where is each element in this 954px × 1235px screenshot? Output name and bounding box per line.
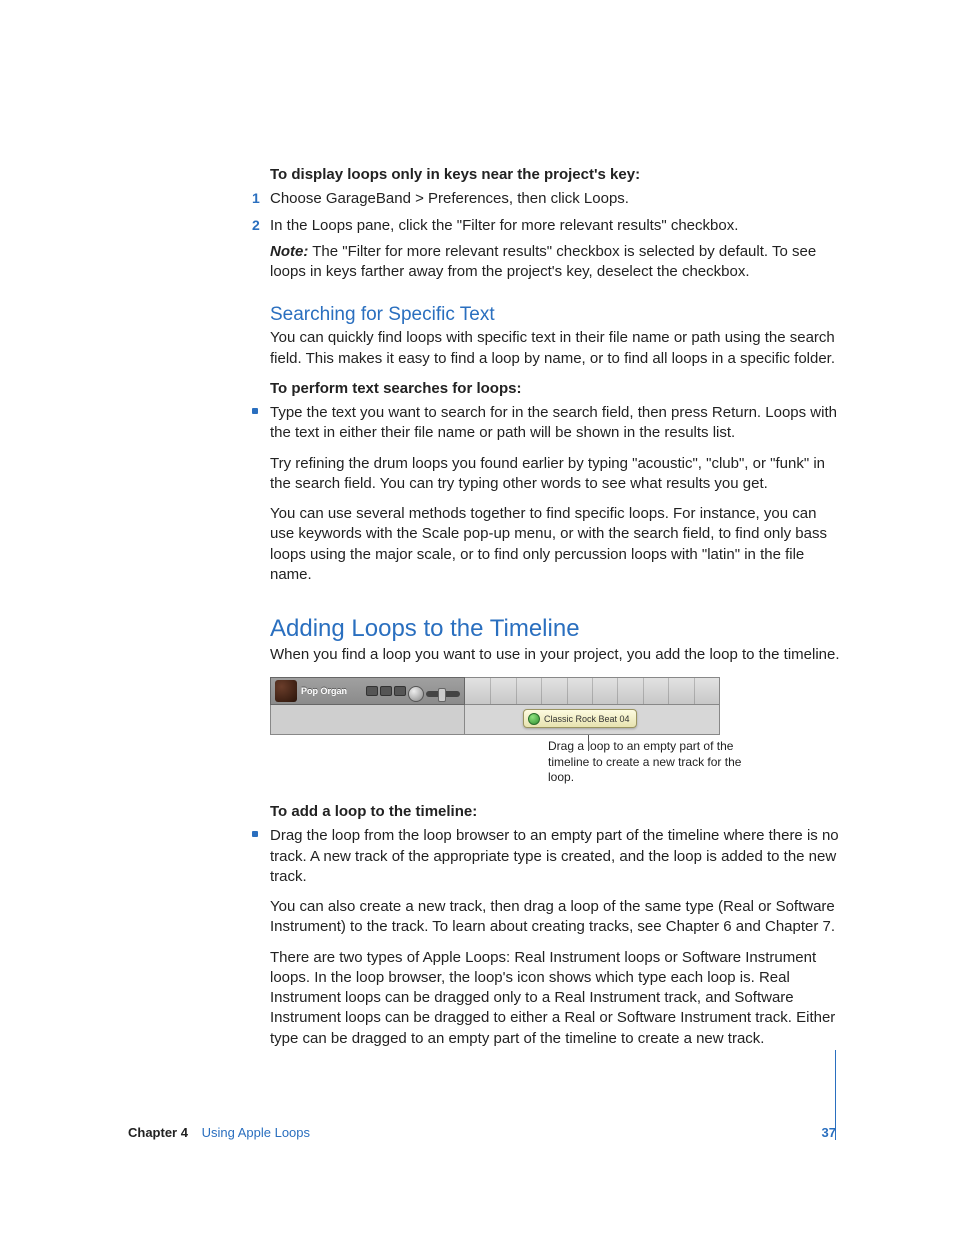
track-controls (366, 686, 460, 702)
adding-intro: When you find a loop you want to use in … (270, 645, 840, 665)
footer-left: Chapter 4 Using Apple Loops (128, 1125, 310, 1140)
solo-button[interactable] (394, 686, 406, 696)
bullet-text: Type the text you want to search for in … (270, 404, 837, 441)
mute-button[interactable] (380, 686, 392, 696)
subhead-searching: Searching for Specific Text (270, 304, 840, 326)
step-number: 2 (252, 216, 260, 235)
search-para-2: You can use several methods together to … (270, 504, 840, 585)
figure-caption: Drag a loop to an empty part of the time… (548, 739, 748, 786)
step-number: 1 (252, 189, 260, 208)
search-bullet: Type the text you want to search for in … (270, 403, 840, 444)
search-para-1: Try refining the drum loops you found ea… (270, 454, 840, 495)
timeline-body[interactable]: Classic Rock Beat 04 (465, 705, 720, 735)
add-bullet: Drag the loop from the loop browser to a… (270, 826, 840, 887)
lead-in-add-loop: To add a loop to the timeline: (270, 802, 840, 822)
add-para-1: You can also create a new track, then dr… (270, 897, 840, 938)
timeline-ruler (465, 677, 720, 705)
content-column: To display loops only in keys near the p… (270, 165, 840, 1059)
page-footer: Chapter 4 Using Apple Loops 37 (128, 1125, 836, 1140)
record-enable-button[interactable] (366, 686, 378, 696)
pan-knob[interactable] (408, 686, 424, 702)
lead-in-display-keys: To display loops only in keys near the p… (270, 165, 840, 185)
figure-row-empty: Classic Rock Beat 04 (270, 705, 720, 735)
empty-track-header (270, 705, 465, 735)
page-number: 37 (822, 1125, 836, 1140)
loop-chip-label: Classic Rock Beat 04 (544, 714, 630, 724)
track-header: Pop Organ (270, 677, 465, 705)
note-label: Note: (270, 243, 308, 260)
chapter-name: Using Apple Loops (202, 1125, 310, 1140)
track-name: Pop Organ (301, 686, 347, 696)
figure-row-track: Pop Organ (270, 677, 720, 705)
bullet-icon (252, 408, 258, 414)
note-paragraph: Note: The "Filter for more relevant resu… (270, 242, 840, 283)
loop-type-icon (528, 713, 540, 725)
lead-in-text-search: To perform text searches for loops: (270, 379, 840, 399)
volume-slider[interactable] (426, 691, 460, 697)
bullet-text: Drag the loop from the loop browser to a… (270, 827, 839, 885)
step-1: 1 Choose GarageBand > Preferences, then … (270, 189, 840, 209)
chapter-label: Chapter 4 (128, 1125, 188, 1140)
section-adding: Adding Loops to the Timeline (270, 615, 840, 643)
callout-line (588, 735, 589, 751)
bullet-icon (252, 831, 258, 837)
step-2: 2 In the Loops pane, click the "Filter f… (270, 216, 840, 236)
step-text: In the Loops pane, click the "Filter for… (270, 217, 738, 234)
loop-chip[interactable]: Classic Rock Beat 04 (523, 709, 637, 728)
timeline-figure: Pop Organ (270, 677, 720, 735)
note-text: The "Filter for more relevant results" c… (270, 243, 816, 280)
page: To display loops only in keys near the p… (0, 0, 954, 1235)
searching-intro: You can quickly find loops with specific… (270, 328, 840, 369)
instrument-icon (275, 680, 297, 702)
step-text: Choose GarageBand > Preferences, then cl… (270, 190, 629, 207)
add-para-2: There are two types of Apple Loops: Real… (270, 948, 840, 1049)
